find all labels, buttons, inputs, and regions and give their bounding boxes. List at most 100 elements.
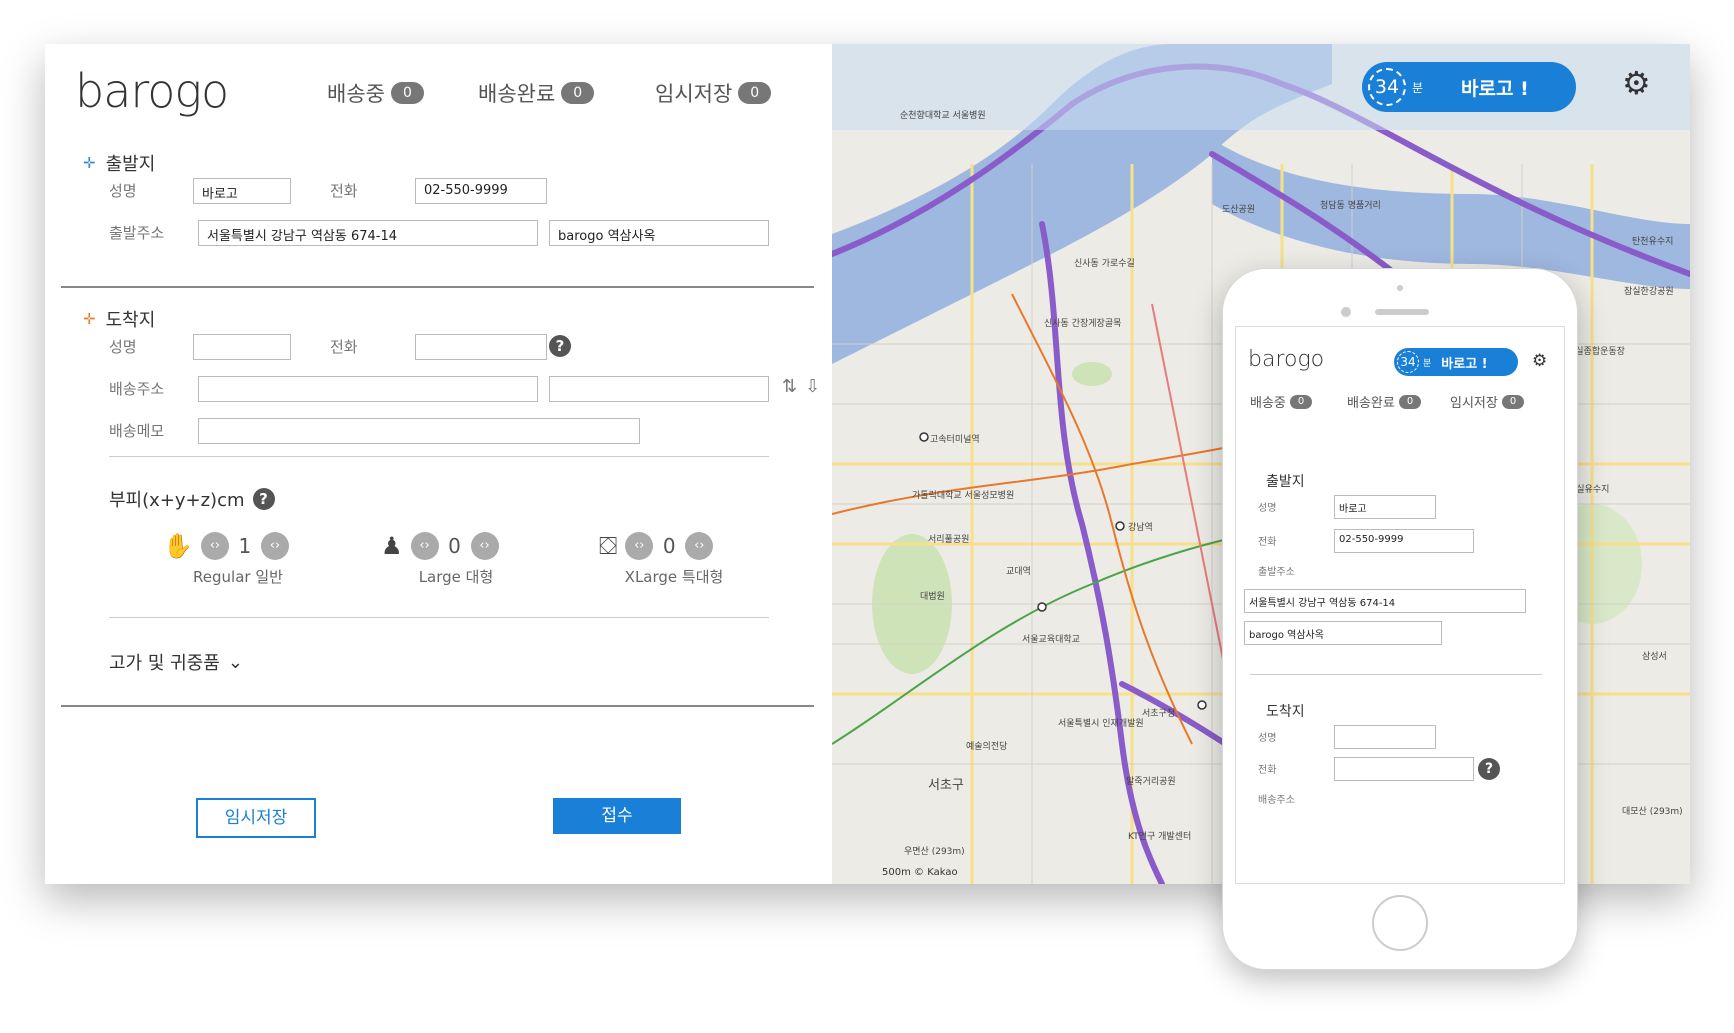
tab-delivered[interactable]: 배송완료 0	[1347, 392, 1422, 411]
size-large-label: Large 대형	[418, 568, 494, 586]
map-label: 우면산 (293m)	[904, 847, 965, 857]
tab-delivering-label: 배송중	[327, 82, 385, 106]
valuables-toggle[interactable]: 고가 및 귀중품 ⌄	[109, 649, 243, 675]
tab-temp-saved-count: 0	[1501, 394, 1525, 409]
increase-button[interactable]: ‹›	[685, 532, 714, 560]
map-label: 신사동 간장게장골목	[1044, 319, 1122, 329]
dest-name-input[interactable]	[193, 334, 291, 360]
decrease-button[interactable]: ‹›	[410, 532, 439, 560]
origin-name-input[interactable]: 바로고	[193, 178, 291, 204]
camera-icon	[1341, 307, 1351, 317]
tab-temp-saved-label: 임시저장	[1450, 396, 1498, 411]
destination-title: 도착지	[105, 310, 156, 331]
decrease-button[interactable]: ‹›	[200, 532, 229, 560]
map-label: 탄천유수지	[1632, 237, 1674, 247]
divider	[61, 705, 814, 707]
barogo-timer-button[interactable]: 34 분 바로고 !	[1362, 62, 1576, 112]
origin-arrow-icon: ✛	[83, 154, 96, 172]
tab-temp-saved-count: 0	[738, 82, 772, 104]
map-label: 말죽거리공원	[1126, 777, 1176, 787]
origin-address-label: 출발주소	[1258, 567, 1295, 578]
home-button[interactable]	[1372, 895, 1428, 951]
map-label: 서울특별시 인재개발원	[1058, 719, 1144, 729]
submit-button[interactable]: 접수	[553, 798, 681, 834]
phone-mockup: barogo 34 분 바로고 ! ⚙ 배송중 0 배송완료 0 임시저장 0 …	[1222, 268, 1578, 970]
decrease-button[interactable]: ‹›	[625, 532, 654, 560]
size-xlarge: ⛋ ‹› 0 ‹› XLarge 특대형	[599, 532, 799, 587]
dest-phone-input[interactable]	[415, 334, 547, 360]
size-regular: ✋ ‹› 1 ‹› Regular 일반	[163, 532, 363, 587]
timer-unit: 분	[1412, 80, 1424, 95]
chevron-down-icon: ⌄	[227, 651, 243, 673]
order-form-panel: barogo 배송중 0 배송완료 0 임시저장 0 ✛ 출발지 성명 바로고 …	[45, 44, 832, 884]
gear-icon[interactable]: ⚙	[1532, 351, 1547, 371]
divider	[61, 286, 814, 288]
origin-address-input[interactable]: 서울특별시 강남구 역삼동 674-14	[1244, 589, 1526, 613]
map-label: 대모산 (293m)	[1622, 807, 1683, 817]
help-icon[interactable]: ?	[252, 488, 275, 510]
size-xlarge-count: 0	[662, 534, 676, 558]
tab-delivering[interactable]: 배송중 0	[327, 78, 424, 108]
speaker-grille	[1375, 309, 1429, 315]
destination-section-title: ✛ 도착지	[83, 306, 155, 332]
origin-phone-input[interactable]: 02-550-9999	[415, 178, 547, 204]
size-xlarge-label: XLarge 특대형	[624, 568, 724, 586]
tab-delivered[interactable]: 배송완료 0	[478, 78, 595, 108]
volume-title-label: 부피(x+y+z)cm	[109, 490, 245, 511]
timer-unit: 분	[1423, 358, 1432, 369]
person-package-icon: ♟	[381, 532, 403, 560]
origin-address-detail-input[interactable]: barogo 역삼사옥	[549, 220, 769, 246]
tab-temp-saved[interactable]: 임시저장 0	[655, 78, 772, 108]
destination-title: 도착지	[1266, 704, 1305, 720]
phone-screen: barogo 34 분 바로고 ! ⚙ 배송중 0 배송완료 0 임시저장 0 …	[1235, 326, 1565, 884]
dest-name-label: 성명	[1258, 733, 1277, 744]
size-regular-label: Regular 일반	[193, 568, 283, 586]
dest-name-label: 성명	[109, 338, 137, 356]
timer-go-label: 바로고 !	[1461, 77, 1529, 100]
map-label: 고속터미널역	[930, 435, 980, 445]
tab-delivered-count: 0	[1398, 394, 1422, 409]
barogo-logo: barogo	[75, 64, 229, 118]
map-label: 강남역	[1128, 523, 1153, 533]
map-label: 대법원	[920, 592, 945, 602]
gear-icon[interactable]: ⚙	[1622, 64, 1651, 102]
origin-phone-input[interactable]: 02-550-9999	[1334, 529, 1474, 553]
map-label: 서리풀공원	[928, 535, 970, 545]
divider	[109, 456, 769, 457]
tab-temp-saved[interactable]: 임시저장 0	[1450, 392, 1525, 411]
download-icon[interactable]: ⇩	[805, 376, 820, 397]
dest-memo-input[interactable]	[198, 418, 640, 444]
help-icon[interactable]: ?	[1478, 758, 1500, 780]
map-label: 잠실한강공원	[1624, 287, 1674, 297]
swap-icon[interactable]: ⇅	[782, 376, 797, 397]
dest-name-input[interactable]	[1334, 725, 1436, 749]
map-label: 청담동 명품거리	[1320, 201, 1381, 211]
hand-package-icon: ✋	[163, 532, 193, 560]
origin-name-label: 성명	[1258, 503, 1277, 514]
tab-delivering-count: 0	[390, 82, 424, 104]
map-label: KT연구 개발센터	[1128, 832, 1192, 842]
tab-delivered-label: 배송완료	[1347, 396, 1395, 411]
address-tools: ⇅ ⇩	[782, 376, 820, 397]
increase-button[interactable]: ‹›	[470, 532, 499, 560]
origin-name-input[interactable]: 바로고	[1334, 495, 1436, 519]
origin-address-label: 출발주소	[109, 224, 165, 242]
origin-title: 출발지	[105, 154, 156, 175]
tab-delivering-count: 0	[1289, 394, 1313, 409]
help-icon[interactable]: ?	[549, 335, 571, 357]
dest-phone-input[interactable]	[1334, 757, 1474, 781]
temp-save-button[interactable]: 임시저장	[196, 798, 316, 838]
increase-button[interactable]: ‹›	[260, 532, 289, 560]
origin-address-input[interactable]: 서울특별시 강남구 역삼동 674-14	[198, 220, 538, 246]
dest-address-detail-input[interactable]	[549, 376, 769, 402]
origin-phone-label: 전화	[330, 182, 358, 200]
volume-title: 부피(x+y+z)cm ?	[109, 486, 275, 512]
barogo-timer-button[interactable]: 34 분 바로고 !	[1394, 348, 1518, 376]
tab-delivering[interactable]: 배송중 0	[1250, 392, 1313, 411]
dest-address-label: 배송주소	[109, 380, 165, 398]
dest-address-input[interactable]	[198, 376, 538, 402]
map-label: 서초구	[928, 778, 964, 793]
map-label: 교대역	[1006, 567, 1031, 577]
origin-address-detail-input[interactable]: barogo 역삼사옥	[1244, 621, 1442, 645]
dest-address-label: 배송주소	[1258, 795, 1295, 806]
